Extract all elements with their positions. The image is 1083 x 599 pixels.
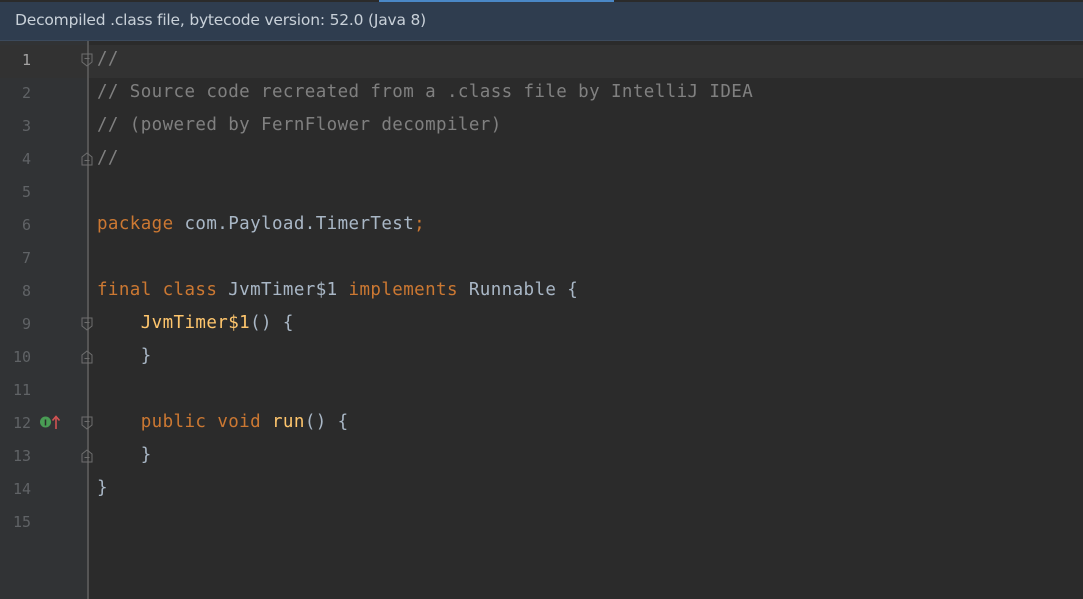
comment: // [97, 148, 119, 168]
closing-brace: } [140, 346, 152, 366]
class-name: JvmTimer$1 [228, 280, 338, 300]
line-number: 10 [12, 348, 31, 366]
line-number: 9 [21, 315, 31, 333]
method-name: run [272, 412, 305, 432]
line-number: 6 [21, 216, 31, 234]
svg-text:I: I [44, 419, 47, 428]
keyword: implements [348, 280, 458, 300]
interface-name: Runnable { [468, 280, 579, 300]
fold-end-icon[interactable] [81, 350, 93, 364]
punctuation: () { [250, 313, 294, 333]
comment: // Source code recreated from a .class f… [97, 82, 754, 102]
code-line-9[interactable]: JvmTimer$1() { [97, 313, 294, 333]
code-line-1[interactable]: // [97, 49, 119, 69]
code-line-2[interactable]: // Source code recreated from a .class f… [97, 82, 753, 102]
current-line-highlight [0, 45, 1083, 78]
punctuation: () { [304, 412, 349, 432]
fold-start-icon[interactable] [81, 317, 93, 331]
fold-start-icon[interactable] [81, 416, 93, 430]
code-line-8[interactable]: final class JvmTimer$1 implements Runnab… [97, 280, 578, 300]
comment: // (powered by FernFlower decompiler) [97, 115, 502, 135]
code-line-10[interactable]: } [97, 346, 152, 366]
fold-start-icon[interactable] [81, 53, 93, 67]
code-line-6[interactable]: package com.Payload.TimerTest; [97, 214, 425, 234]
constructor-name: JvmTimer$1 [140, 313, 251, 333]
banner-text: Decompiled .class file, bytecode version… [15, 11, 427, 29]
semicolon: ; [414, 214, 426, 234]
code-line-4[interactable]: // [97, 148, 119, 168]
implementing-method-icon[interactable]: I [39, 414, 63, 430]
decompiled-banner: Decompiled .class file, bytecode version… [0, 2, 1083, 41]
closing-brace: } [140, 445, 152, 465]
line-number: 1 [21, 51, 31, 69]
code-line-13[interactable]: } [97, 445, 152, 465]
package-name: com.Payload.TimerTest [173, 214, 415, 234]
keyword: package [97, 214, 174, 234]
line-number: 7 [21, 249, 31, 267]
line-number: 5 [21, 183, 31, 201]
line-number: 12 [12, 414, 31, 432]
keyword: class [162, 280, 218, 300]
line-number: 11 [12, 381, 31, 399]
code-line-12[interactable]: public void run() { [97, 412, 349, 432]
code-line-3[interactable]: // (powered by FernFlower decompiler) [97, 115, 502, 135]
line-number: 2 [21, 84, 31, 102]
fold-end-icon[interactable] [81, 449, 93, 463]
line-number: 14 [12, 480, 31, 498]
line-number: 8 [21, 282, 31, 300]
line-number: 15 [12, 513, 31, 531]
line-number: 4 [21, 150, 31, 168]
line-number: 13 [12, 447, 31, 465]
code-line-14[interactable]: } [97, 478, 108, 498]
fold-end-icon[interactable] [81, 152, 93, 166]
keyword: void [217, 412, 262, 432]
keyword: final [97, 280, 152, 300]
line-number: 3 [21, 117, 31, 135]
closing-brace: } [97, 478, 108, 498]
keyword: public [140, 412, 207, 432]
comment: // [97, 49, 119, 69]
code-editor[interactable]: Decompiled .class file, bytecode version… [0, 0, 1083, 599]
